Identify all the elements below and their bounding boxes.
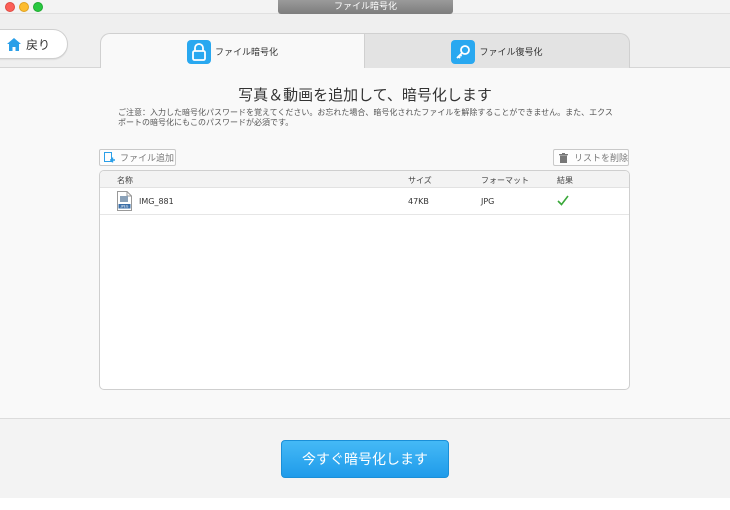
column-size: サイズ xyxy=(408,176,432,185)
back-button[interactable]: 戻り xyxy=(0,29,68,59)
tab-file-decrypt[interactable]: ファイル復号化 xyxy=(365,33,630,69)
encrypt-now-button[interactable]: 今すぐ暗号化します xyxy=(281,440,449,478)
column-format: フォーマット xyxy=(481,176,529,185)
lock-icon xyxy=(186,39,211,64)
notice-text: ご注意：入力した暗号化パスワードを覚えてください。お忘れた場合、暗号化されたファ… xyxy=(118,108,613,127)
clear-list-label: リストを削除 xyxy=(574,154,629,164)
jpeg-badge: JPEG xyxy=(120,205,129,209)
close-window-button[interactable] xyxy=(5,2,15,12)
key-icon xyxy=(451,39,476,64)
bottom-strip xyxy=(0,498,730,510)
header: 戻り ファイル暗号化 ファイル復号化 xyxy=(0,14,730,69)
back-label: 戻り xyxy=(26,37,51,52)
row-file-name: IMG_881 xyxy=(139,197,174,206)
trash-icon xyxy=(559,152,568,163)
table-header: 名称 サイズ フォーマット 結果 xyxy=(100,171,629,188)
tab-encrypt-label: ファイル暗号化 xyxy=(214,48,278,58)
main-panel: 写真＆動画を追加して、暗号化します ご注意：入力した暗号化パスワードを覚えてくだ… xyxy=(0,68,730,418)
table-row[interactable]: JPEG IMG_881 47KB JPG xyxy=(100,188,629,215)
page-heading: 写真＆動画を追加して、暗号化します xyxy=(238,86,492,104)
title-bar: ファイル暗号化 xyxy=(0,0,730,14)
check-icon xyxy=(557,195,569,206)
zoom-window-button[interactable] xyxy=(33,2,43,12)
jpeg-file-icon: JPEG xyxy=(117,191,132,211)
add-file-icon xyxy=(104,152,115,163)
column-result: 結果 xyxy=(557,176,573,185)
home-icon xyxy=(7,37,21,51)
row-file-size: 47KB xyxy=(408,197,429,206)
minimize-window-button[interactable] xyxy=(19,2,29,12)
tab-decrypt-label: ファイル復号化 xyxy=(479,48,543,58)
clear-list-button[interactable]: リストを削除 xyxy=(553,149,629,166)
window-title: ファイル暗号化 xyxy=(278,0,453,14)
add-file-button[interactable]: ファイル追加 xyxy=(99,149,176,166)
row-file-format: JPG xyxy=(481,197,495,206)
file-table: 名称 サイズ フォーマット 結果 JPEG IMG_881 47KB JPG xyxy=(99,170,630,390)
column-name: 名称 xyxy=(117,176,133,185)
footer: 今すぐ暗号化します xyxy=(0,418,730,498)
tab-file-encrypt[interactable]: ファイル暗号化 xyxy=(100,33,365,69)
add-file-label: ファイル追加 xyxy=(120,154,175,164)
